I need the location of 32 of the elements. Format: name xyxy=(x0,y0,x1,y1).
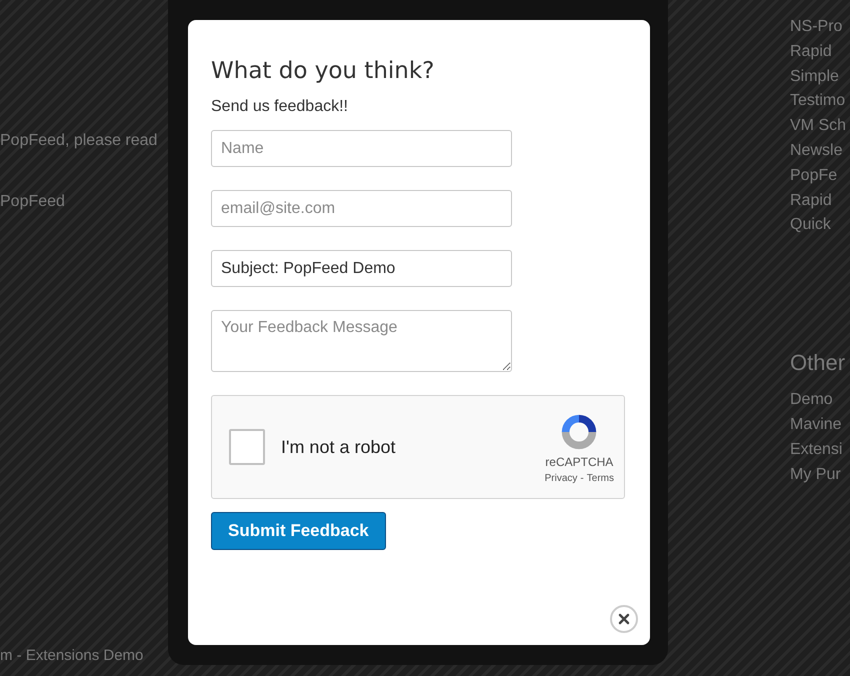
modal-title: What do you think? xyxy=(211,58,434,84)
captcha-checkbox[interactable] xyxy=(229,429,265,465)
privacy-link[interactable]: Privacy xyxy=(544,472,578,484)
sidebar-link[interactable]: NS-Pro xyxy=(790,15,850,40)
input-field[interactable]: Name xyxy=(211,130,512,167)
modal-subtitle: Send us feedback!! xyxy=(211,98,348,116)
sidebar-link[interactable]: Demo xyxy=(790,388,850,413)
sidebar-link[interactable]: Quick xyxy=(790,213,850,238)
close-icon xyxy=(618,613,630,625)
terms-link[interactable]: Terms xyxy=(586,472,614,484)
sidebar-link[interactable]: Mavine xyxy=(790,412,850,438)
input-field[interactable]: Subject: PopFeed Demo xyxy=(211,250,512,287)
sidebar-link[interactable]: Extensi xyxy=(790,438,850,463)
sidebar-heading: Other xyxy=(790,350,846,376)
sidebar-link[interactable]: Rapid xyxy=(790,188,850,214)
page-text: PopFeed xyxy=(0,193,66,211)
sidebar-link[interactable]: Simple xyxy=(790,64,850,90)
sidebar-link[interactable]: PopFe xyxy=(790,164,850,189)
sidebar-link[interactable]: Testimo xyxy=(790,89,850,114)
sidebar-link[interactable]: My Pur xyxy=(790,462,850,488)
submit-button[interactable]: Submit Feedback xyxy=(211,512,386,550)
close-button[interactable] xyxy=(610,605,638,633)
sidebar-link[interactable]: VM Sch xyxy=(790,114,850,139)
sidebar-link[interactable]: Rapid xyxy=(790,40,850,65)
page-text: PopFeed, please read xyxy=(0,132,158,150)
page-text: m - Extensions Demo xyxy=(0,647,144,664)
link-separator: - xyxy=(580,472,584,484)
captcha-label: I'm not a robot xyxy=(281,436,396,458)
input-field[interactable]: email@site.com xyxy=(211,190,512,227)
message-field[interactable]: Your Feedback Message xyxy=(211,310,512,372)
captcha-brand: reCAPTCHA xyxy=(545,454,614,468)
sidebar-link[interactable]: Newsle xyxy=(790,138,850,164)
